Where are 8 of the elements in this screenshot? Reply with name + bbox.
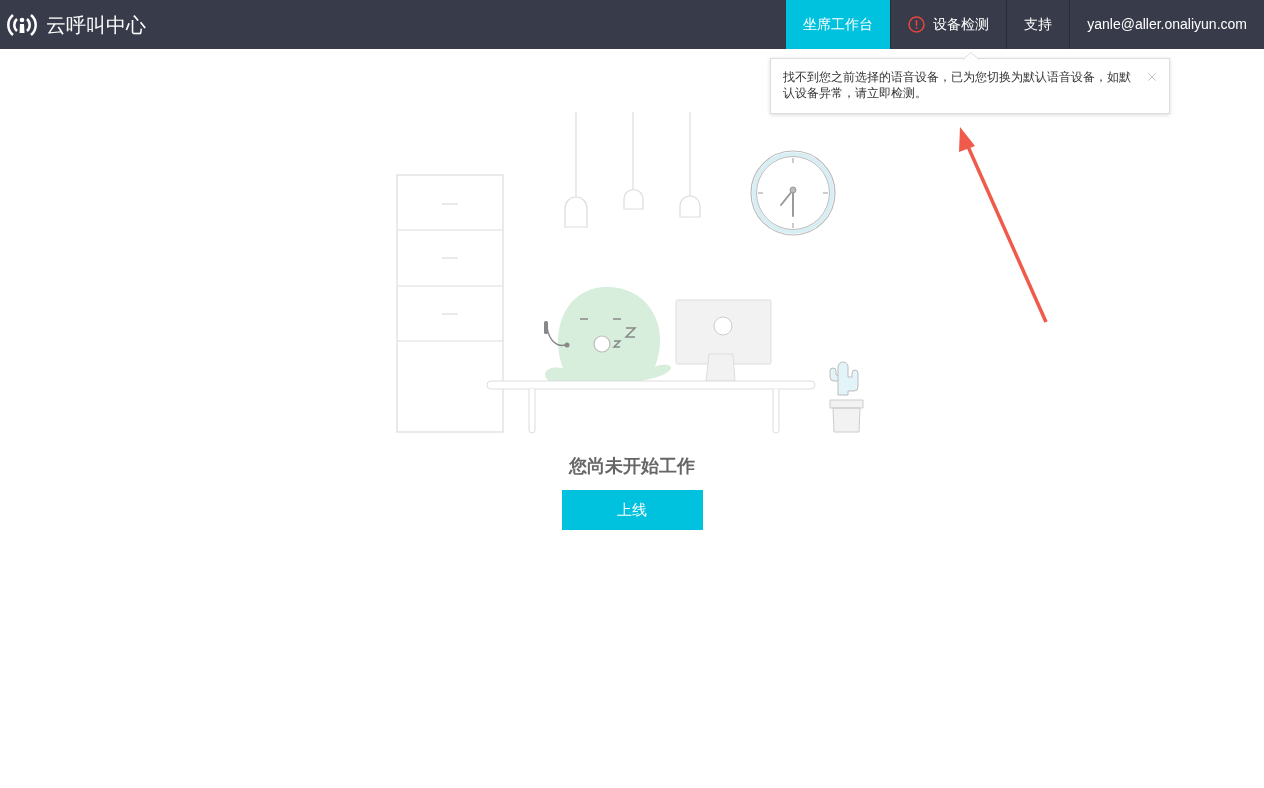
nav-link[interactable]: 设备检测: [890, 0, 1007, 49]
close-button[interactable]: [1145, 70, 1159, 84]
nav-link[interactable]: 支持: [1006, 0, 1070, 49]
nav-link[interactable]: yanle@aller.onaliyun.com: [1069, 0, 1264, 49]
broadcast-person-icon: [6, 11, 38, 38]
app-title: 云呼叫中心: [46, 12, 146, 38]
notification-message: 找不到您之前选择的语音设备，已为您切换为默认语音设备，如默认设备异常，请立即检测。: [783, 69, 1132, 101]
status-heading: 您尚未开始工作: [569, 455, 695, 478]
